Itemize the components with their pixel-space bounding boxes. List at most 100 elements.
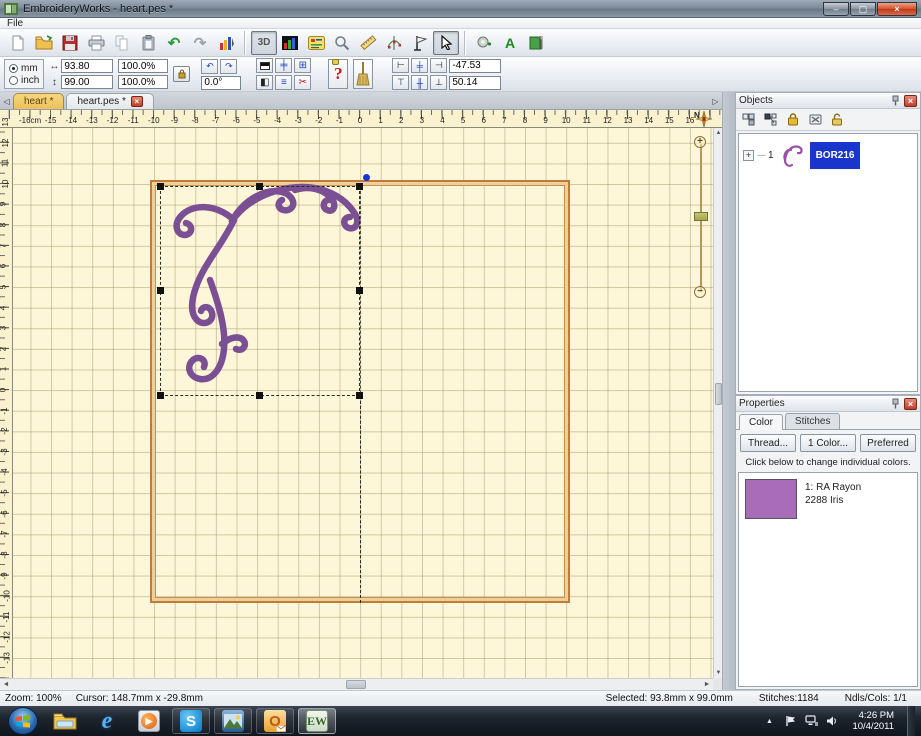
slider-handle[interactable]: [694, 212, 708, 221]
center-horizontal-button[interactable]: ╪: [411, 58, 428, 73]
width-input[interactable]: [61, 59, 113, 73]
scroll-down-icon[interactable]: ▼: [714, 668, 723, 678]
tab-scroll-right-button[interactable]: ▷: [709, 94, 722, 109]
action-center-flag-icon[interactable]: [783, 714, 797, 728]
taskbar-embroideryworks[interactable]: EW: [298, 708, 336, 734]
zoom-in-button[interactable]: +: [694, 136, 706, 148]
align-right-button[interactable]: ⊣: [430, 58, 447, 73]
pin-icon[interactable]: [889, 398, 901, 410]
resize-handle-se[interactable]: [356, 392, 363, 399]
scale-y-input[interactable]: [118, 75, 168, 89]
new-document-button[interactable]: [5, 31, 31, 55]
undo-button[interactable]: ↶: [161, 31, 187, 55]
needle-position-tool-button[interactable]: [407, 31, 433, 55]
embroidery-design[interactable]: [13, 128, 713, 678]
unit-mm-radio[interactable]: mm: [9, 63, 39, 74]
thread-button[interactable]: Thread...: [740, 434, 796, 452]
resize-handle-ne[interactable]: [356, 183, 363, 190]
unlock-object-button[interactable]: [828, 111, 846, 129]
minimize-button[interactable]: –: [823, 2, 849, 16]
taskbar-explorer[interactable]: [46, 708, 84, 734]
resize-handle-e[interactable]: [356, 287, 363, 294]
select-tool-button[interactable]: [433, 31, 459, 55]
height-input[interactable]: [61, 75, 113, 89]
resize-handle-w[interactable]: [157, 287, 164, 294]
object-row[interactable]: + ---- 1 BOR216: [739, 134, 917, 176]
3d-view-button[interactable]: 3D: [251, 31, 277, 55]
menu-file[interactable]: File: [0, 18, 30, 29]
lock-object-button[interactable]: [784, 111, 802, 129]
start-button[interactable]: [8, 707, 38, 735]
density-chart-button[interactable]: [277, 31, 303, 55]
preferred-button[interactable]: Preferred: [860, 434, 916, 452]
object-label[interactable]: BOR216: [810, 142, 861, 169]
selection-box[interactable]: [160, 186, 360, 396]
paste-button[interactable]: [135, 31, 161, 55]
tray-expand-icon[interactable]: ▲: [762, 714, 776, 728]
group-objects-button[interactable]: [740, 111, 758, 129]
horizontal-scroll-thumb[interactable]: [346, 680, 366, 689]
show-hoop-button[interactable]: [256, 58, 273, 73]
ungroup-objects-button[interactable]: [762, 111, 780, 129]
objects-close-button[interactable]: ×: [904, 95, 917, 107]
copy-button[interactable]: [109, 31, 135, 55]
pin-icon[interactable]: [889, 95, 901, 107]
align-left-button[interactable]: ⊢: [392, 58, 409, 73]
network-icon[interactable]: [804, 714, 818, 728]
one-color-button[interactable]: 1 Color...: [800, 434, 856, 452]
lettering-button[interactable]: A: [497, 31, 523, 55]
tab-close-button[interactable]: ×: [131, 96, 143, 107]
trim-button[interactable]: ✂: [294, 75, 311, 90]
tab-heart-pes[interactable]: heart.pes * ×: [66, 93, 153, 109]
close-button[interactable]: ×: [877, 2, 917, 16]
rotate-cw-button[interactable]: ↷: [220, 59, 237, 74]
resize-handle-sw[interactable]: [157, 392, 164, 399]
taskbar-media-player[interactable]: ▶: [130, 708, 168, 734]
clean-stitches-button[interactable]: [353, 59, 373, 89]
show-desktop-button[interactable]: [907, 706, 915, 736]
rotate-ccw-button[interactable]: ↶: [201, 59, 218, 74]
contrast-view-button[interactable]: ◧: [256, 75, 273, 90]
rotation-input[interactable]: [201, 76, 241, 90]
align-top-button[interactable]: ⊤: [392, 75, 409, 90]
resize-handle-n[interactable]: [256, 183, 263, 190]
tab-scroll-left-button[interactable]: ◁: [0, 94, 13, 109]
vertical-scrollbar[interactable]: ▲ ▼: [713, 128, 722, 678]
scroll-up-icon[interactable]: ▲: [714, 128, 723, 138]
scroll-left-icon[interactable]: ◄: [0, 679, 12, 690]
unit-inch-radio[interactable]: inch: [9, 75, 39, 86]
vertical-scroll-thumb[interactable]: [715, 383, 722, 405]
redo-button[interactable]: ↷: [187, 31, 213, 55]
scroll-right-icon[interactable]: ►: [701, 679, 713, 690]
taskbar-outlook[interactable]: O: [256, 708, 294, 734]
sequence-view-button[interactable]: ≡: [275, 75, 292, 90]
realistic-preview-button[interactable]: ?: [328, 59, 348, 89]
hide-object-button[interactable]: [806, 111, 824, 129]
center-vertical-button[interactable]: ╫: [411, 75, 428, 90]
rotate-handle[interactable]: [363, 174, 370, 181]
properties-close-button[interactable]: ×: [904, 398, 917, 410]
taskbar-photo-viewer[interactable]: [214, 708, 252, 734]
zoom-slider[interactable]: + −: [693, 136, 709, 298]
stitch-order-button[interactable]: [213, 31, 239, 55]
tab-heart[interactable]: heart *: [13, 93, 64, 109]
taskbar-internet-explorer[interactable]: e: [88, 708, 126, 734]
tab-color[interactable]: Color: [739, 414, 783, 430]
zoom-tool-button[interactable]: [329, 31, 355, 55]
scale-x-input[interactable]: [118, 59, 168, 73]
taskbar-skype[interactable]: S: [172, 708, 210, 734]
print-button[interactable]: [83, 31, 109, 55]
tray-clock[interactable]: 4:26 PM 10/4/2011: [846, 710, 900, 732]
tab-stitches[interactable]: Stitches: [785, 413, 841, 429]
merge-design-button[interactable]: [471, 31, 497, 55]
design-canvas[interactable]: + −: [13, 128, 713, 678]
design-notes-button[interactable]: [303, 31, 329, 55]
measure-tool-button[interactable]: [355, 31, 381, 55]
zoom-out-button[interactable]: −: [694, 286, 706, 298]
pos-x-input[interactable]: [449, 59, 501, 73]
aspect-lock-button[interactable]: [173, 66, 190, 82]
panel-splitter[interactable]: [722, 92, 735, 690]
resize-handle-nw[interactable]: [157, 183, 164, 190]
thread-swatch[interactable]: [745, 479, 797, 519]
design-stitch-button[interactable]: [523, 31, 549, 55]
